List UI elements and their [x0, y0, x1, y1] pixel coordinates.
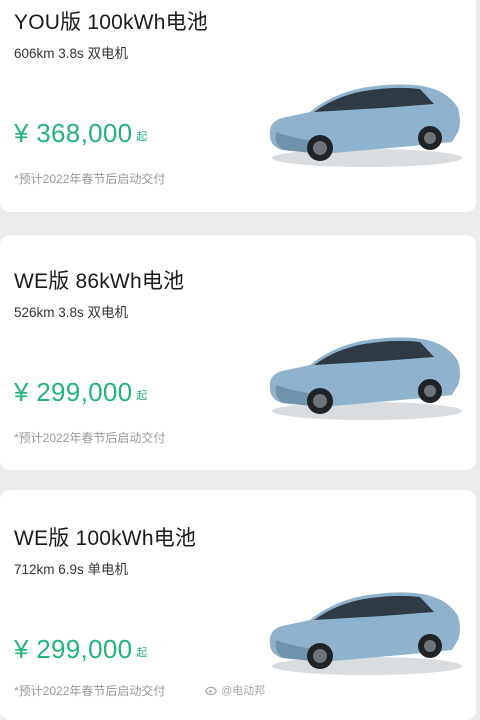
trim-price: ¥ 368,000 起: [14, 118, 148, 149]
trim-spec: 526km 3.8s 双电机: [14, 305, 129, 320]
price-value: ¥ 299,000: [14, 377, 133, 407]
trim-spec: 606km 3.8s 双电机: [14, 46, 129, 61]
car-image: [269, 84, 462, 167]
watermark-text: @电动邦: [221, 685, 266, 697]
trim-title: WE版 100kWh电池: [14, 527, 197, 550]
watermark: @电动邦: [205, 682, 265, 698]
trim-price: ¥ 299,000 起: [14, 634, 148, 665]
price-unit: 起: [136, 647, 148, 659]
trim-card-we-86[interactable]: WE版 86kWh电池 526km 3.8s 双电机 ¥ 299,000 起 *预…: [0, 235, 476, 470]
trim-price: ¥ 299,000 起: [14, 377, 148, 408]
car-image: [269, 592, 462, 675]
trim-title: WE版 86kWh电池: [14, 270, 185, 293]
price-unit: 起: [136, 390, 148, 402]
delivery-note: *预计2022年春节后启动交付: [14, 172, 166, 186]
delivery-note: *预计2022年春节后启动交付: [14, 684, 166, 698]
delivery-note: *预计2022年春节后启动交付: [14, 431, 166, 445]
price-unit: 起: [136, 131, 148, 143]
trim-spec: 712km 6.9s 单电机: [14, 562, 129, 577]
trim-title: YOU版 100kWh电池: [14, 11, 208, 34]
car-image: [269, 337, 462, 420]
price-value: ¥ 299,000: [14, 634, 133, 664]
price-value: ¥ 368,000: [14, 118, 133, 148]
weibo-icon: [205, 686, 217, 696]
trim-card-you-100[interactable]: YOU版 100kWh电池 606km 3.8s 双电机 ¥ 368,000 起 …: [0, 0, 476, 212]
